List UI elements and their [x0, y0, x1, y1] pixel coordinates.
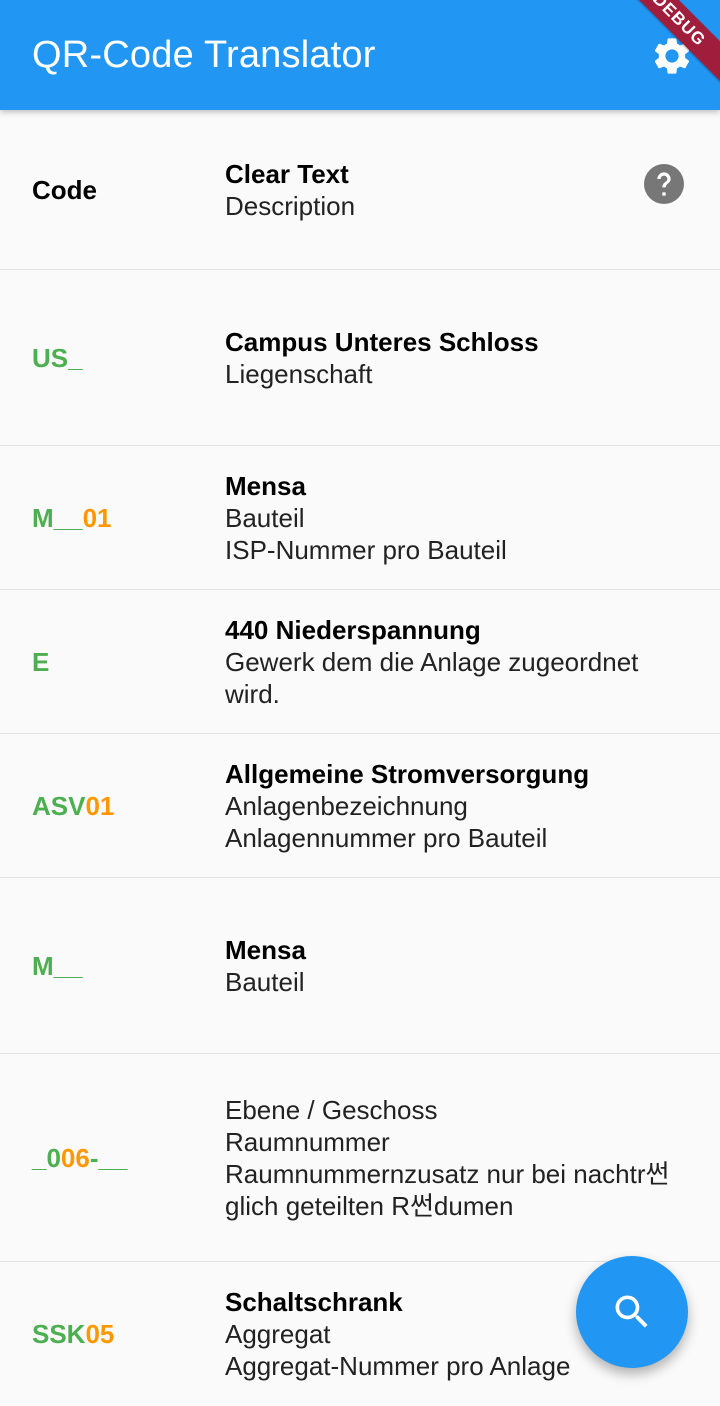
- code-segment: US_: [32, 342, 83, 373]
- code-segment: _0: [32, 1142, 61, 1173]
- description-header: Description: [225, 190, 356, 221]
- clear-text-title: Allgemeine Stromversorgung: [225, 758, 590, 789]
- search-button[interactable]: [576, 1256, 688, 1368]
- clear-text-title: Mensa: [225, 470, 306, 501]
- description-line: Anlagennummer pro Bauteil: [225, 822, 548, 853]
- description-line: Liegenschaft: [225, 358, 373, 389]
- code-description: Ebene / Geschoss Raumnummer Raumnummernz…: [225, 1094, 684, 1222]
- code-value: E: [32, 646, 49, 678]
- description-line: Anlagenbezeichnung: [225, 790, 468, 821]
- code-row[interactable]: M__ Mensa Bauteil: [0, 878, 720, 1054]
- code-segment: 05: [85, 1319, 115, 1349]
- code-description: Mensa Bauteil: [225, 934, 684, 998]
- code-row[interactable]: ASV01 Allgemeine Stromversorgung Anlagen…: [0, 734, 720, 878]
- code-row[interactable]: US_ Campus Unteres Schloss Liegenschaft: [0, 270, 720, 446]
- app-title: QR-Code Translator: [32, 34, 376, 76]
- help-circle-icon[interactable]: [644, 164, 684, 204]
- clear-text-title: Campus Unteres Schloss: [225, 326, 539, 357]
- code-description: Mensa Bauteil ISP-Nummer pro Bauteil: [225, 470, 684, 566]
- code-segment: M__: [32, 502, 83, 533]
- description-line: Raumnummernzusatz nur bei nachtr썬glich g…: [225, 1158, 670, 1221]
- code-description: Campus Unteres Schloss Liegenschaft: [225, 326, 684, 390]
- code-row[interactable]: _006-__ Ebene / Geschoss Raumnummer Raum…: [0, 1054, 720, 1262]
- code-segment: ASV: [32, 790, 86, 821]
- code-segment: -__: [89, 1142, 128, 1173]
- search-icon: [615, 1295, 648, 1328]
- code-value: _006-__: [32, 1142, 127, 1174]
- code-value: M__: [32, 950, 83, 982]
- description-line: Raumnummer: [225, 1126, 390, 1157]
- clear-text-title: 440 Niederspannung: [225, 614, 481, 645]
- code-segment: 01: [82, 502, 112, 533]
- description-line: Bauteil: [225, 966, 305, 997]
- clear-text-title: Mensa: [225, 934, 306, 965]
- code-value: M__01: [32, 502, 112, 534]
- description-line: Ebene / Geschoss: [225, 1094, 438, 1125]
- code-column-header: Code: [32, 174, 97, 205]
- code-segment: M__: [32, 950, 83, 981]
- header-row: Code Clear Text Description: [0, 110, 720, 270]
- code-segment: 01: [85, 790, 115, 821]
- description-line: Gewerk dem die Anlage zugeordnet wird.: [225, 646, 639, 709]
- code-segment: SSK: [32, 1319, 86, 1349]
- code-segment: E: [32, 646, 50, 677]
- code-row[interactable]: M__01 Mensa Bauteil ISP-Nummer pro Baute…: [0, 446, 720, 590]
- code-list: Code Clear Text Description US_ Campus U…: [0, 110, 720, 1406]
- description-line: Bauteil: [225, 502, 305, 533]
- code-value: SSK05: [32, 1318, 114, 1350]
- description-line: ISP-Nummer pro Bauteil: [225, 534, 507, 565]
- code-description: 440 Niederspannung Gewerk dem die Anlage…: [225, 614, 684, 710]
- clear-text-header: Clear Text: [225, 158, 349, 189]
- code-description: Allgemeine Stromversorgung Anlagenbezeic…: [225, 758, 684, 854]
- code-segment: 06: [60, 1142, 90, 1173]
- code-value: ASV01: [32, 790, 114, 822]
- clear-text-column: Clear Text Description: [225, 158, 684, 222]
- code-value: US_: [32, 342, 83, 374]
- app-bar: QR-Code Translator DEBUG: [0, 0, 720, 110]
- code-row[interactable]: E 440 Niederspannung Gewerk dem die Anla…: [0, 590, 720, 734]
